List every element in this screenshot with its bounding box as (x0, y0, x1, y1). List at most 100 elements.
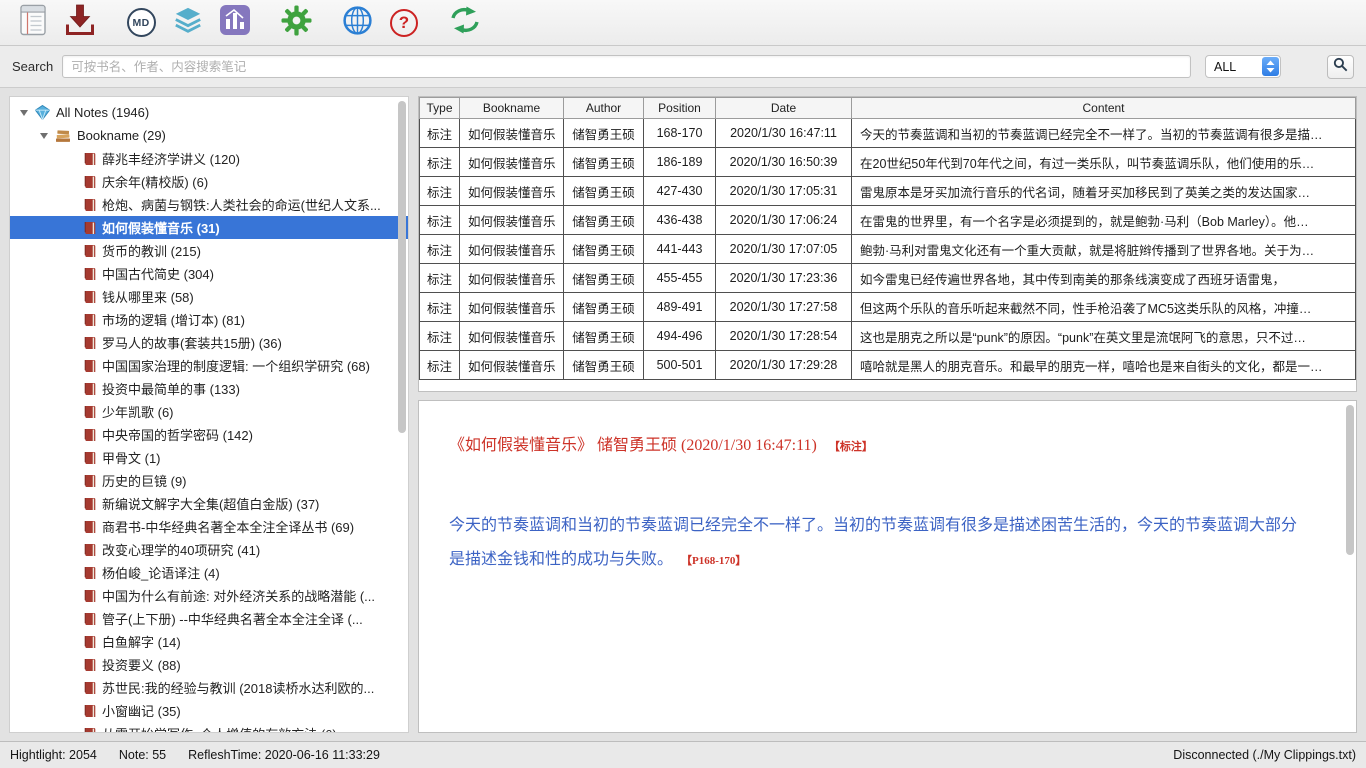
sidebar-book-item[interactable]: 白鱼解字 (14) (10, 630, 408, 653)
table-row[interactable]: 标注 如何假装懂音乐 储智勇王硕 455-455 2020/1/30 17:23… (420, 264, 1356, 293)
filter-dropdown[interactable]: ALL (1205, 55, 1281, 78)
notes-table: Type Bookname Author Position Date Conte… (419, 97, 1356, 380)
sidebar-book-item[interactable]: 投资要义 (88) (10, 653, 408, 676)
book-list: 薛兆丰经济学讲义 (120) 庆余年(精校版) (6) 枪炮、病菌与钢铁:人类社… (10, 147, 408, 733)
table-row[interactable]: 标注 如何假装懂音乐 储智勇王硕 168-170 2020/1/30 16:47… (420, 119, 1356, 148)
cell-date: 2020/1/30 17:29:28 (716, 351, 852, 380)
cell-position: 455-455 (644, 264, 716, 293)
import-button[interactable] (63, 5, 97, 41)
book-label: 市场的逻辑 (增订本) (81) (102, 310, 245, 329)
sidebar-book-item[interactable]: 甲骨文 (1) (10, 446, 408, 469)
notes-icon (20, 4, 46, 41)
sidebar-book-item[interactable]: 历史的巨镜 (9) (10, 469, 408, 492)
sidebar-book-item[interactable]: 中国为什么有前途: 对外经济关系的战略潜能 (... (10, 584, 408, 607)
layers-button[interactable] (171, 5, 205, 41)
sidebar-book-item[interactable]: 薛兆丰经济学讲义 (120) (10, 147, 408, 170)
status-highlight-count: Hightlight: 2054 (10, 748, 97, 762)
cell-date: 2020/1/30 16:47:11 (716, 119, 852, 148)
app-window: MD (0, 0, 1366, 768)
column-header-position[interactable]: Position (644, 98, 716, 119)
sidebar-book-item[interactable]: 钱从哪里来 (58) (10, 285, 408, 308)
book-icon (84, 382, 96, 396)
table-row[interactable]: 标注 如何假装懂音乐 储智勇王硕 489-491 2020/1/30 17:27… (420, 293, 1356, 322)
sidebar-scrollbar-thumb[interactable] (398, 101, 406, 433)
book-label: 甲骨文 (1) (102, 448, 161, 467)
help-button[interactable]: ? (387, 5, 421, 41)
book-label: 钱从哪里来 (58) (102, 287, 194, 306)
status-connection: Disconnected (./My Clippings.txt) (1173, 748, 1356, 762)
book-icon (84, 497, 96, 511)
web-button[interactable] (340, 5, 374, 41)
stats-button[interactable] (218, 5, 252, 41)
table-row[interactable]: 标注 如何假装懂音乐 储智勇王硕 494-496 2020/1/30 17:28… (420, 322, 1356, 351)
note-position-tag: 【P168-170】 (681, 555, 746, 567)
sidebar-book-item[interactable]: 商君书-中华经典名著全本全注全译丛书 (69) (10, 515, 408, 538)
sidebar-book-item[interactable]: 杨伯峻_论语译注 (4) (10, 561, 408, 584)
sidebar-book-item[interactable]: 如何假装懂音乐 (31) (10, 216, 408, 239)
cell-author: 储智勇王硕 (564, 264, 644, 293)
sidebar-book-item[interactable]: 小窗幽记 (35) (10, 699, 408, 722)
book-label: 商君书-中华经典名著全本全注全译丛书 (69) (102, 517, 354, 536)
book-label: 罗马人的故事(套装共15册) (36) (102, 333, 282, 352)
markdown-export-button[interactable]: MD (124, 5, 158, 41)
sidebar-book-item[interactable]: 中国古代简史 (304) (10, 262, 408, 285)
cell-date: 2020/1/30 17:06:24 (716, 206, 852, 235)
cell-author: 储智勇王硕 (564, 177, 644, 206)
sidebar-book-item[interactable]: 罗马人的故事(套装共15册) (36) (10, 331, 408, 354)
table-row[interactable]: 标注 如何假装懂音乐 储智勇王硕 427-430 2020/1/30 17:05… (420, 177, 1356, 206)
column-header-type[interactable]: Type (420, 98, 460, 119)
sidebar-book-item[interactable]: 货币的教训 (215) (10, 239, 408, 262)
cell-type: 标注 (420, 177, 460, 206)
notes-table-body: 标注 如何假装懂音乐 储智勇王硕 168-170 2020/1/30 16:47… (420, 119, 1356, 380)
cell-position: 494-496 (644, 322, 716, 351)
disclosure-triangle-icon[interactable] (20, 110, 28, 116)
sidebar-book-item[interactable]: 新编说文解字大全集(超值白金版) (37) (10, 492, 408, 515)
sidebar-book-item[interactable]: 从零开始学写作: 个人增值的有效方法 (6) (10, 722, 408, 733)
sidebar-book-item[interactable]: 少年凯歌 (6) (10, 400, 408, 423)
disclosure-triangle-icon[interactable] (40, 133, 48, 139)
column-header-date[interactable]: Date (716, 98, 852, 119)
search-label: Search (12, 59, 53, 74)
notes-button[interactable] (16, 5, 50, 41)
sidebar-book-item[interactable]: 庆余年(精校版) (6) (10, 170, 408, 193)
search-button[interactable] (1327, 55, 1354, 79)
note-detail-title: 《如何假装懂音乐》 储智勇王硕 (2020/1/30 16:47:11) 【标注… (449, 431, 1298, 455)
table-row[interactable]: 标注 如何假装懂音乐 储智勇王硕 436-438 2020/1/30 17:06… (420, 206, 1356, 235)
table-row[interactable]: 标注 如何假装懂音乐 储智勇王硕 186-189 2020/1/30 16:50… (420, 148, 1356, 177)
right-pane: Type Bookname Author Position Date Conte… (418, 96, 1357, 733)
sidebar-book-item[interactable]: 改变心理学的40项研究 (41) (10, 538, 408, 561)
book-icon (84, 152, 96, 166)
all-notes-label: All Notes (1946) (56, 105, 149, 120)
table-row[interactable]: 标注 如何假装懂音乐 储智勇王硕 441-443 2020/1/30 17:07… (420, 235, 1356, 264)
sidebar-item-bookname-group[interactable]: Bookname (29) (10, 124, 408, 147)
cell-content: 嘻哈就是黑人的朋克音乐。和最早的朋克一样，嘻哈也是来自街头的文化，都是一… (852, 351, 1356, 380)
column-header-content[interactable]: Content (852, 98, 1356, 119)
cell-content: 鲍勃·马利对雷鬼文化还有一个重大贡献，就是将脏辫传播到了世界各地。关于为… (852, 235, 1356, 264)
stats-chart-icon (220, 5, 250, 40)
cell-date: 2020/1/30 17:27:58 (716, 293, 852, 322)
book-icon (84, 428, 96, 442)
sync-button[interactable] (448, 5, 482, 41)
search-input[interactable] (62, 55, 1191, 78)
cell-author: 储智勇王硕 (564, 206, 644, 235)
sidebar-book-item[interactable]: 管子(上下册) --中华经典名著全本全注全译 (... (10, 607, 408, 630)
book-icon (84, 198, 96, 212)
detail-scrollbar-thumb[interactable] (1346, 405, 1354, 555)
book-label: 投资要义 (88) (102, 655, 181, 674)
sidebar-book-item[interactable]: 中央帝国的哲学密码 (142) (10, 423, 408, 446)
column-header-author[interactable]: Author (564, 98, 644, 119)
sidebar-book-item[interactable]: 枪炮、病菌与钢铁:人类社会的命运(世纪人文系... (10, 193, 408, 216)
cell-content: 但这两个乐队的音乐听起来截然不同，性手枪沿袭了MC5这类乐队的风格，冲撞… (852, 293, 1356, 322)
sidebar-book-item[interactable]: 苏世民:我的经验与教训 (2018读桥水达利欧的... (10, 676, 408, 699)
column-header-bookname[interactable]: Bookname (460, 98, 564, 119)
sidebar-book-item[interactable]: 中国国家治理的制度逻辑: 一个组织学研究 (68) (10, 354, 408, 377)
settings-button[interactable] (279, 5, 313, 41)
book-icon (84, 566, 96, 580)
note-title-text: 《如何假装懂音乐》 储智勇王硕 (2020/1/30 16:47:11) (449, 437, 817, 454)
sidebar-book-item[interactable]: 市场的逻辑 (增订本) (81) (10, 308, 408, 331)
sidebar-book-item[interactable]: 投资中最简单的事 (133) (10, 377, 408, 400)
sidebar-item-all-notes[interactable]: All Notes (1946) (10, 101, 408, 124)
cell-content: 雷鬼原本是牙买加流行音乐的代名词，随着牙买加移民到了英美之类的发达国家… (852, 177, 1356, 206)
cell-position: 168-170 (644, 119, 716, 148)
table-row[interactable]: 标注 如何假装懂音乐 储智勇王硕 500-501 2020/1/30 17:29… (420, 351, 1356, 380)
